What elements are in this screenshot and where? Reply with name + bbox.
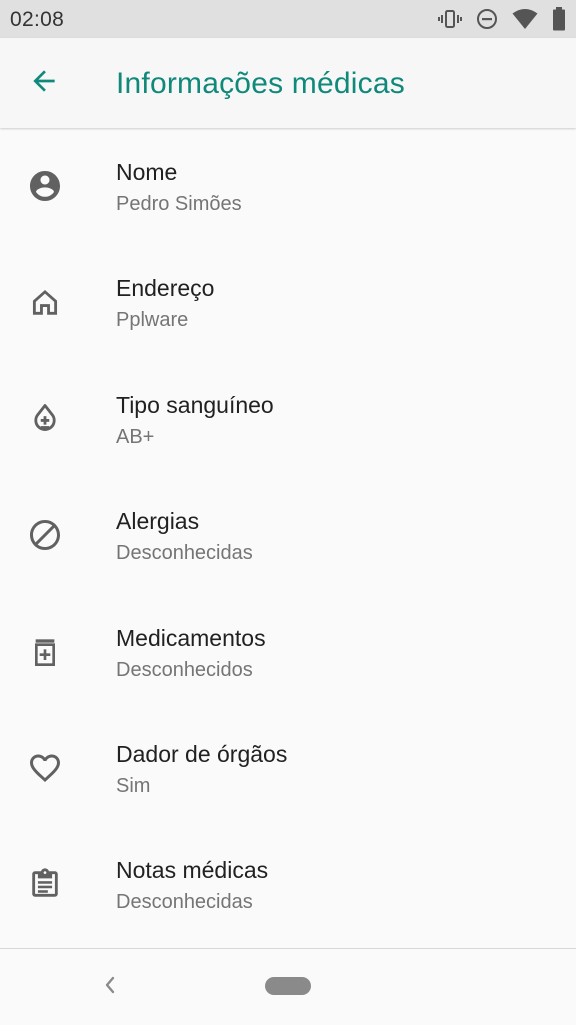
page-title: Informações médicas	[116, 67, 405, 100]
clipboard-icon	[25, 864, 65, 904]
back-button[interactable]	[24, 63, 64, 103]
nav-back-button[interactable]	[96, 973, 124, 1001]
do-not-disturb-icon	[476, 8, 498, 30]
navigation-bar	[0, 948, 576, 1025]
item-subtitle: AB+	[116, 425, 155, 448]
battery-icon	[552, 7, 566, 31]
item-subtitle: Sim	[116, 774, 151, 797]
item-title: Medicamentos	[116, 624, 266, 651]
block-icon	[25, 515, 65, 555]
item-title: Dador de órgãos	[116, 740, 288, 767]
item-subtitle: Pplware	[116, 309, 189, 332]
item-title: Alergias	[116, 508, 200, 535]
item-title: Nome	[116, 159, 178, 185]
nav-back-icon	[100, 973, 120, 1002]
item-subtitle: Pedro Simões	[116, 193, 242, 215]
home-icon	[25, 282, 65, 322]
item-subtitle: Desconhecidos	[116, 658, 253, 681]
status-time: 02:08	[10, 8, 65, 31]
app-bar: Informações médicas	[0, 38, 576, 128]
list-item-allergies[interactable]: Alergias Desconhecidas	[0, 478, 576, 594]
item-subtitle: Desconhecidas	[116, 542, 253, 565]
status-icons	[438, 0, 566, 38]
list-item-medications[interactable]: Medicamentos Desconhecidos	[0, 595, 576, 711]
item-title: Notas médicas	[116, 857, 269, 884]
blood-drop-icon	[25, 399, 65, 439]
list-item-address[interactable]: Endereço Pplware	[0, 245, 576, 361]
item-subtitle: Desconhecidas	[116, 891, 253, 914]
heart-outline-icon	[25, 748, 65, 788]
list-item-name[interactable]: Nome Pedro Simões	[0, 129, 576, 245]
vibrate-icon	[438, 7, 462, 31]
medical-info-list: Nome Pedro Simões Endereço Pplware Tipo …	[0, 129, 576, 944]
status-bar: 02:08	[0, 0, 576, 38]
list-item-organ-donor[interactable]: Dador de órgãos Sim	[0, 711, 576, 827]
list-item-blood-type[interactable]: Tipo sanguíneo AB+	[0, 362, 576, 478]
wifi-icon	[512, 8, 538, 30]
arrow-back-icon	[28, 65, 60, 102]
account-circle-icon	[25, 166, 65, 206]
medication-icon	[25, 632, 65, 672]
item-title: Endereço	[116, 275, 215, 302]
item-title: Tipo sanguíneo	[116, 391, 274, 418]
home-pill[interactable]	[265, 977, 311, 995]
list-item-medical-notes[interactable]: Notas médicas Desconhecidas	[0, 827, 576, 943]
